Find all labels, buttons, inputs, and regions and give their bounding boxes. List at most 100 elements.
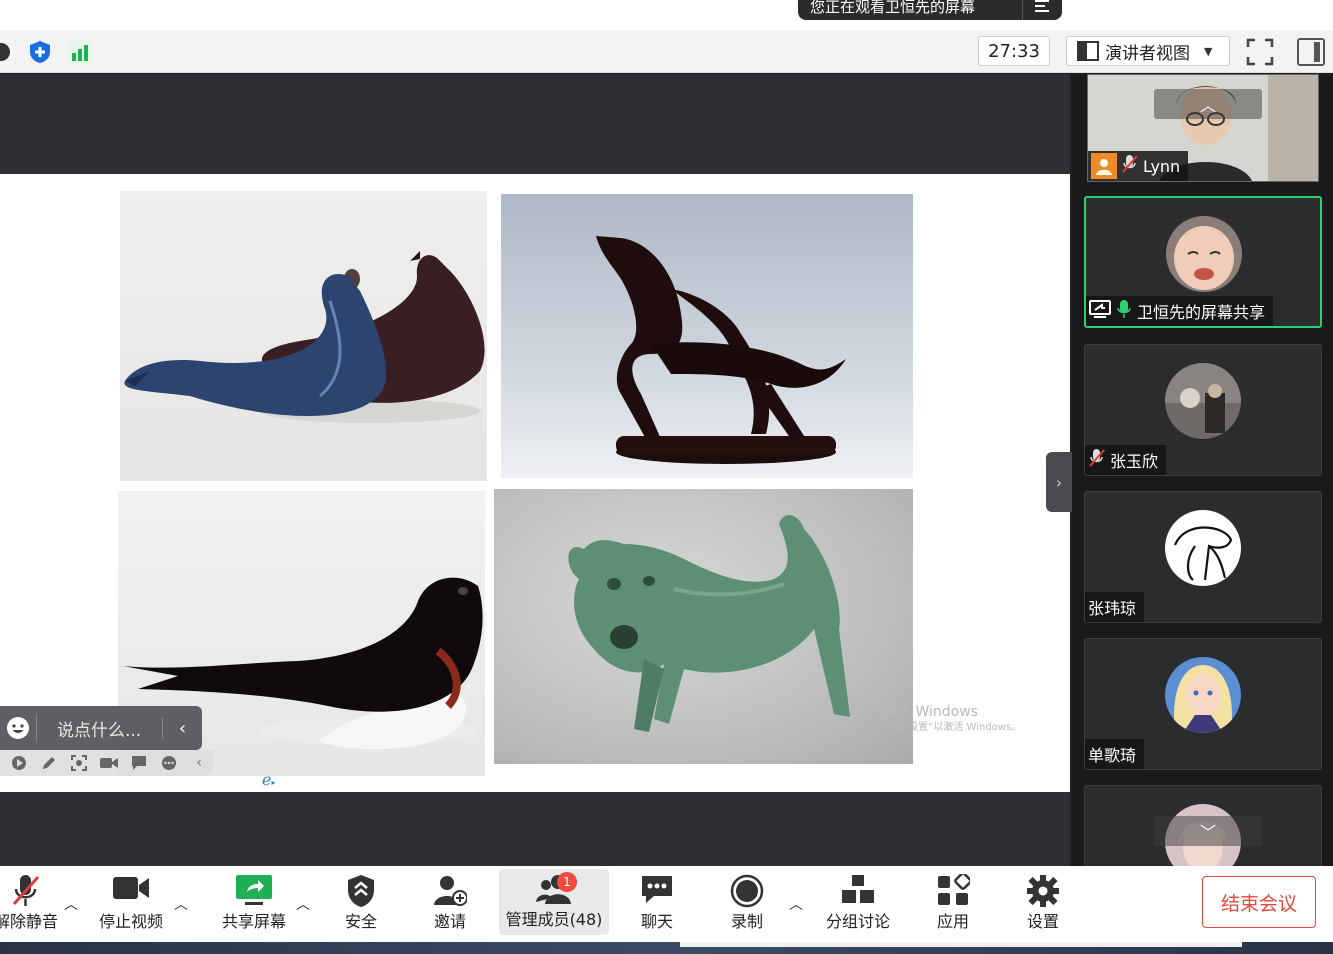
breakout-rooms-icon (841, 874, 875, 908)
avatar (1165, 657, 1241, 733)
participant-name-tag: 卫恒先的屏幕共享 (1086, 296, 1274, 326)
comment-icon[interactable] (128, 755, 150, 771)
chevron-down-icon: ▼ (1204, 44, 1213, 58)
info-icon[interactable] (0, 43, 10, 61)
chevron-right-icon: › (1055, 472, 1063, 492)
settings-button[interactable]: 设置 (1012, 866, 1074, 942)
mic-muted-icon (11, 874, 41, 912)
gear-icon (1026, 874, 1060, 912)
browser-icon[interactable]: ℯ▸ (262, 770, 275, 789)
share-screen-label: 共享屏幕 (221, 912, 286, 931)
more-icon[interactable] (158, 755, 180, 771)
participants-badge: 1 (557, 872, 577, 892)
viewing-banner[interactable]: 您正在观看卫恒先的屏幕 (798, 0, 1062, 20)
audio-options-chevron-up-icon[interactable]: ︿ (64, 894, 78, 914)
security-button[interactable]: 安全 (330, 866, 392, 942)
desktop-taskbar-strip (0, 942, 1333, 954)
video-icon[interactable] (98, 755, 120, 771)
invite-button[interactable]: 邀请 (420, 866, 480, 942)
record-icon (730, 874, 764, 912)
video-tile-zhang-weiqiong[interactable]: 张玮琼 (1084, 491, 1322, 623)
share-options-chevron-up-icon[interactable]: ︿ (296, 894, 310, 914)
shared-screen: 激活 Windows 转到“设置”以激活 Windows。 说点什么... ‹ … (0, 74, 1070, 866)
stop-video-button[interactable]: 停止视频 (90, 866, 172, 942)
mic-muted-icon (1121, 154, 1139, 178)
participant-name-tag: Lynn (1088, 151, 1189, 181)
participant-name-tag: 张玮琼 (1085, 592, 1145, 622)
video-tile-shan-geqi[interactable]: 单歌琦 (1084, 638, 1322, 770)
taskbar-highlight (680, 942, 1242, 947)
screen-share-icon (1089, 299, 1111, 323)
signal-strength-icon[interactable] (68, 40, 92, 64)
avatar (1166, 216, 1242, 292)
participant-name: 张玮琼 (1088, 599, 1137, 618)
meeting-timer: 27:33 (978, 36, 1050, 66)
video-tile-screen-share[interactable]: 卫恒先的屏幕共享 (1084, 196, 1322, 328)
record-button[interactable]: 录制 (716, 866, 778, 942)
fullscreen-icon[interactable] (1246, 38, 1274, 66)
menu-lines-icon[interactable] (1022, 0, 1062, 20)
stop-video-label: 停止视频 (98, 912, 163, 931)
video-tile-zhang-yuxin[interactable]: 张玉欣 (1084, 344, 1322, 476)
chat-button[interactable]: 聊天 (626, 866, 688, 942)
screenshot-icon[interactable] (68, 755, 90, 771)
avatar (1165, 363, 1241, 439)
shield-icon[interactable] (28, 40, 52, 64)
breakout-rooms-button[interactable]: 分组讨论 (818, 866, 898, 942)
view-layout-icon (1077, 41, 1099, 61)
chevron-left-icon[interactable]: ‹ (162, 717, 202, 739)
play-icon[interactable] (8, 755, 30, 771)
scroll-up-button[interactable]: ︿ (1154, 89, 1262, 119)
manage-participants-button[interactable]: 1 管理成员(48) (499, 869, 609, 935)
ceramic-birds-photo (120, 191, 487, 481)
breakout-rooms-label: 分组讨论 (825, 912, 890, 931)
participant-name-tag: 单歌琦 (1085, 739, 1145, 769)
presentation-slide: 激活 Windows 转到“设置”以激活 Windows。 (0, 174, 1070, 792)
user-icon (1091, 153, 1117, 179)
view-label: 演讲者视图 (1105, 43, 1190, 64)
video-options-chevron-up-icon[interactable]: ︿ (174, 894, 188, 914)
end-meeting-button[interactable]: 结束会议 (1202, 876, 1316, 928)
viewing-banner-text: 您正在观看卫恒先的屏幕 (810, 0, 976, 16)
invite-label: 邀请 (433, 912, 466, 931)
add-user-icon (433, 874, 468, 910)
chevron-up-icon: ︿ (1199, 96, 1216, 115)
avatar (1165, 510, 1241, 586)
meeting-controls: 解除静音 ︿ 停止视频 ︿ 共享屏幕 ︿ 安全 邀请 1 管理成员(48) 聊天… (0, 866, 1333, 942)
collapse-panel-tab[interactable]: › (1046, 452, 1072, 512)
emoji-icon[interactable] (0, 716, 36, 740)
ceramic-horse-photo (501, 194, 913, 478)
celadon-dog-photo (494, 489, 913, 764)
share-screen-icon (235, 874, 273, 910)
mic-active-icon (1115, 299, 1133, 323)
top-strip (0, 0, 1333, 30)
watermark-subtitle: 转到“设置”以激活 Windows。 (883, 722, 1022, 733)
chevron-down-icon: ﹀ (1199, 823, 1216, 842)
chat-label: 聊天 (640, 912, 673, 931)
participant-name: Lynn (1143, 156, 1181, 176)
chat-input-bar[interactable]: 说点什么... ‹ (0, 706, 202, 750)
windows-activation-watermark: 激活 Windows 转到“设置”以激活 Windows。 (883, 704, 1021, 736)
unmute-button[interactable]: 解除静音 (0, 866, 66, 942)
video-camera-icon (112, 874, 150, 906)
share-screen-button[interactable]: 共享屏幕 (212, 866, 296, 942)
manage-participants-label: 管理成员(48) (505, 910, 603, 929)
apps-button[interactable]: 应用 (922, 866, 984, 942)
speaker-view-dropdown[interactable]: 演讲者视图 ▼ (1066, 36, 1230, 66)
mic-muted-icon (1088, 448, 1106, 472)
scroll-down-button[interactable]: ﹀ (1154, 816, 1262, 846)
participant-gallery: Lynn ︿ 卫恒先的屏幕共享 张玉欣 张玮琼 单歌琦 ﹀ (1072, 74, 1333, 866)
security-shield-icon (347, 874, 375, 912)
pen-icon[interactable] (38, 755, 60, 771)
record-options-chevron-up-icon[interactable]: ︿ (789, 894, 803, 914)
meeting-window: 您正在观看卫恒先的屏幕 27:33 演讲者视图 ▼ 激活 Windows 转到“… (0, 0, 1333, 954)
side-panel-toggle-icon[interactable] (1297, 38, 1325, 66)
annotation-mini-toolbar: ‹ (0, 750, 214, 776)
chat-bubble-icon (640, 874, 674, 908)
apps-grid-icon (936, 872, 972, 912)
top-toolbar: 27:33 演讲者视图 ▼ (0, 30, 1333, 73)
collapse-left-icon[interactable]: ‹ (188, 755, 210, 771)
participant-name: 卫恒先的屏幕共享 (1137, 303, 1266, 322)
chat-placeholder[interactable]: 说点什么... (37, 716, 162, 741)
participant-name: 张玉欣 (1110, 452, 1159, 471)
